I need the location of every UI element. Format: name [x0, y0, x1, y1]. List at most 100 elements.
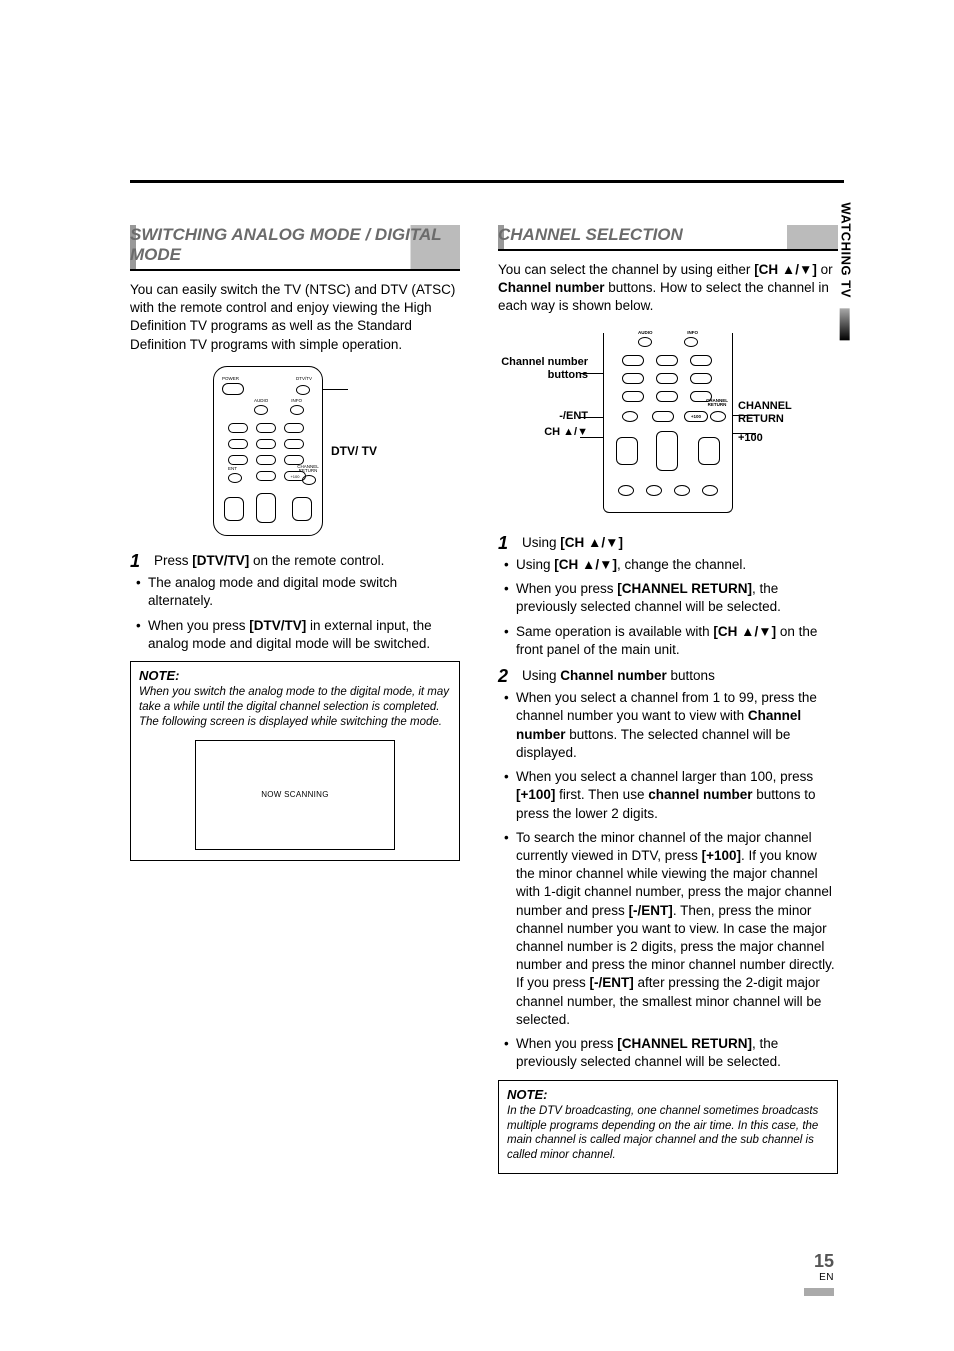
footer-mark: [804, 1288, 834, 1296]
key-100b-icon: +100: [684, 411, 708, 422]
key-0b-icon: [652, 411, 674, 422]
info-label-2: INFO: [687, 331, 698, 336]
vol-rocker-2-icon: [292, 497, 312, 521]
list-item: When you press [CHANNEL RETURN], the pre…: [516, 1035, 838, 1071]
leader-icon: [580, 373, 604, 374]
right-note-box: NOTE: In the DTV broadcasting, one chann…: [498, 1080, 838, 1175]
callout-channel-number: Channel number buttons: [498, 356, 588, 382]
side-tab-bar: [840, 308, 850, 340]
key-5-icon: [256, 439, 276, 449]
t: [CH ▲/▼]: [754, 262, 817, 277]
step-text: Using Channel number buttons: [522, 667, 838, 685]
vol-rocker-b-icon: [616, 437, 638, 465]
key-1b-icon: [622, 355, 644, 366]
info-label: INFO: [291, 399, 302, 404]
input-icon: [646, 485, 662, 496]
t: Using: [522, 535, 560, 550]
left-step-1: 1 Press [DTV/TV] on the remote control.: [130, 552, 460, 570]
step-number: 2: [498, 667, 514, 685]
chret-button-icon: [302, 475, 316, 485]
step-number: 1: [498, 534, 514, 552]
leader-icon: [580, 437, 604, 438]
note-text: When you switch the analog mode to the d…: [139, 685, 451, 730]
step-text: Using [CH ▲/▼]: [522, 534, 838, 552]
key-8b-icon: [656, 391, 678, 402]
mute-icon: [702, 485, 718, 496]
callout-channel-return: CHANNEL RETURN: [738, 400, 838, 426]
key-8-icon: [256, 455, 276, 465]
list-item: To search the minor channel of the major…: [516, 829, 838, 1029]
page-footer: 15 EN: [804, 1251, 834, 1301]
vol-rocker-b2-icon: [698, 437, 720, 465]
left-column: SWITCHING ANALOG MODE / DIGITAL MODE You…: [130, 225, 460, 1174]
t: Using: [522, 668, 560, 683]
audio-label-2: AUDIO: [638, 331, 653, 336]
columns: SWITCHING ANALOG MODE / DIGITAL MODE You…: [130, 225, 844, 1174]
t: [DTV/TV]: [249, 618, 306, 633]
t: [CHANNEL RETURN]: [617, 1036, 752, 1051]
right-step-2: 2 Using Channel number buttons: [498, 667, 838, 685]
key-1-icon: [228, 423, 248, 433]
power-label: POWER: [222, 377, 239, 382]
t: [DTV/TV]: [192, 553, 249, 568]
info-button-2-icon: [684, 337, 698, 347]
ch-rocker-icon: [256, 493, 276, 523]
t: [+100]: [516, 787, 555, 802]
left-section-title: SWITCHING ANALOG MODE / DIGITAL MODE: [130, 225, 460, 271]
note-text: In the DTV broadcasting, one channel som…: [507, 1104, 829, 1164]
manual-page: WATCHING TV SWITCHING ANALOG MODE / DIGI…: [0, 0, 954, 1351]
step-text: Press [DTV/TV] on the remote control.: [154, 552, 460, 570]
audio-button-icon: [254, 405, 268, 415]
key-0-icon: [256, 471, 276, 481]
side-tab: WATCHING TV: [839, 202, 854, 340]
page-lang: EN: [804, 1272, 834, 1283]
t: When you press: [148, 618, 249, 633]
t: When you select a channel larger than 10…: [516, 769, 813, 784]
remote-2-outline: AUDIO INFO +100: [603, 333, 733, 513]
t: [-/ENT]: [629, 903, 673, 918]
t: [CHANNEL RETURN]: [617, 581, 752, 596]
t: [CH ▲/▼]: [554, 557, 617, 572]
key-5b-icon: [656, 373, 678, 384]
right-step-1: 1 Using [CH ▲/▼]: [498, 534, 838, 552]
list-item: Using [CH ▲/▼], change the channel.: [516, 556, 838, 574]
power-button-icon: [222, 383, 244, 395]
t: Channel number: [560, 668, 667, 683]
side-tab-label: WATCHING TV: [839, 202, 854, 298]
right-column: CHANNEL SELECTION You can select the cha…: [498, 225, 838, 1174]
key-7-icon: [228, 455, 248, 465]
right-intro: You can select the channel by using eith…: [498, 261, 838, 316]
top-rule: [130, 180, 844, 183]
note-title: NOTE:: [139, 668, 451, 683]
right-bullets-2: When you select a channel from 1 to 99, …: [498, 689, 838, 1071]
t: buttons: [667, 668, 715, 683]
key-2-icon: [256, 423, 276, 433]
audio-button-2-icon: [638, 337, 652, 347]
vol-rocker-icon: [224, 497, 244, 521]
t: [CH ▲/▼]: [713, 624, 776, 639]
key-6-icon: [284, 439, 304, 449]
t: first. Then use: [555, 787, 648, 802]
sleep-icon: [674, 485, 690, 496]
list-item: When you press [CHANNEL RETURN], the pre…: [516, 580, 838, 616]
step-number: 1: [130, 552, 146, 570]
t: You can select the channel by using eith…: [498, 262, 754, 277]
page-number: 15: [804, 1251, 834, 1272]
t: Channel number: [498, 280, 605, 295]
remote-1-outline: POWER DTV/TV AUDIO INFO: [213, 366, 323, 536]
t: [CH ▲/▼]: [560, 535, 623, 550]
chret-label: CHANNEL RETURN: [296, 465, 320, 474]
key-3b-icon: [690, 355, 712, 366]
key-7b-icon: [622, 391, 644, 402]
t: Same operation is available with: [516, 624, 713, 639]
list-item: The analog mode and digital mode switch …: [148, 574, 460, 610]
left-intro: You can easily switch the TV (NTSC) and …: [130, 281, 460, 354]
t: [-/ENT]: [590, 975, 634, 990]
t: , change the channel.: [617, 557, 746, 572]
remote-diagram-1: POWER DTV/TV AUDIO INFO: [130, 366, 460, 536]
ent-b-icon: [622, 411, 638, 422]
t: The analog mode and digital mode switch …: [148, 575, 397, 608]
key-6b-icon: [690, 373, 712, 384]
chret-label-2: CHANNEL RETURN: [704, 399, 730, 408]
dtvtv-label: DTV/TV: [296, 377, 312, 382]
